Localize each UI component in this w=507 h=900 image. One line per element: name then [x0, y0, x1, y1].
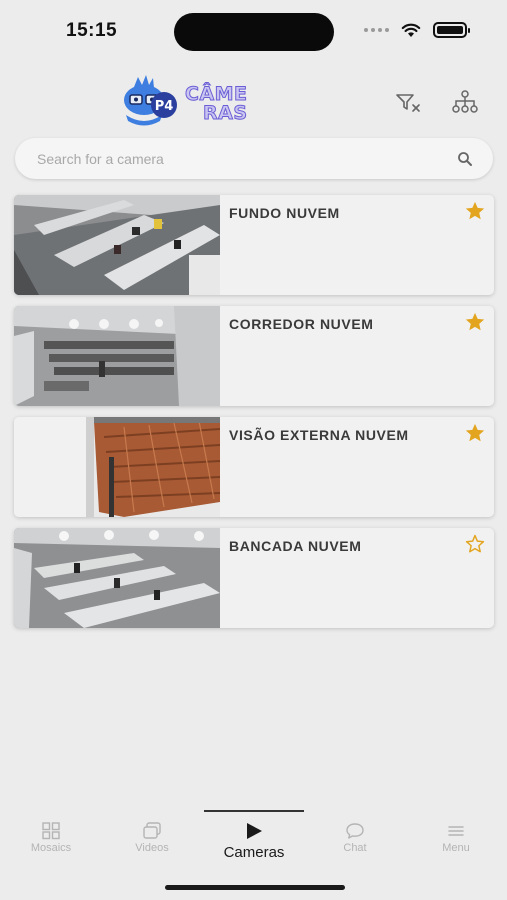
home-indicator[interactable] — [165, 885, 345, 890]
camera-name: FUNDO NUVEM — [229, 205, 340, 221]
menu-icon — [448, 826, 464, 836]
camera-thumbnail — [14, 528, 220, 628]
star-outline-icon[interactable] — [464, 533, 486, 555]
camera-card[interactable]: BANCADA NUVEM — [14, 528, 494, 628]
tab-label: Cameras — [223, 844, 285, 861]
status-bar: 15:15 — [0, 0, 507, 62]
battery-icon — [433, 22, 470, 38]
videos-icon — [143, 822, 161, 839]
tab-mosaics[interactable]: Mosaics — [1, 822, 101, 854]
tab-menu[interactable]: Menu — [406, 822, 506, 854]
tab-chat[interactable]: Chat — [305, 822, 405, 854]
svg-text:P4: P4 — [155, 99, 174, 114]
dynamic-island — [174, 13, 334, 51]
camera-thumbnail — [14, 195, 220, 295]
camera-thumbnail — [14, 306, 220, 406]
mascot-logo-icon: P4 — [124, 75, 177, 126]
chat-icon — [346, 823, 364, 839]
camera-list: FUNDO NUVEM CORREDOR NUVEM VISÃO EXTERNA… — [14, 195, 494, 639]
play-icon — [247, 823, 262, 839]
tab-label: Chat — [343, 842, 367, 854]
network-icon[interactable] — [451, 88, 479, 116]
cellular-signal-icon — [364, 28, 389, 32]
grid-icon — [42, 822, 60, 840]
wifi-icon — [401, 23, 421, 37]
camera-card[interactable]: VISÃO EXTERNA NUVEM — [14, 417, 494, 517]
tab-videos[interactable]: Videos — [102, 822, 202, 854]
bottom-nav: Mosaics Videos Cameras Chat Menu — [0, 810, 507, 870]
app-logo: P4 CÂME RAS — [120, 75, 260, 130]
tab-label: Mosaics — [30, 842, 72, 854]
app-header: P4 CÂME RAS — [0, 70, 507, 130]
search-icon[interactable] — [457, 151, 473, 167]
logo-wordmark: CÂME RAS — [185, 83, 248, 124]
camera-card[interactable]: FUNDO NUVEM — [14, 195, 494, 295]
camera-thumbnail — [14, 417, 220, 517]
search-input[interactable] — [37, 138, 447, 179]
star-filled-icon[interactable] — [464, 311, 486, 333]
camera-card[interactable]: CORREDOR NUVEM — [14, 306, 494, 406]
camera-name: CORREDOR NUVEM — [229, 316, 374, 332]
filter-clear-icon[interactable] — [394, 88, 422, 116]
tab-label: Videos — [135, 842, 169, 854]
search-bar — [15, 138, 493, 179]
tab-label: Menu — [442, 842, 470, 854]
camera-name: VISÃO EXTERNA NUVEM — [229, 427, 409, 443]
status-indicators — [364, 22, 470, 38]
camera-name: BANCADA NUVEM — [229, 538, 362, 554]
active-tab-indicator — [204, 810, 304, 812]
tab-cameras[interactable]: Cameras — [204, 822, 304, 861]
status-time: 15:15 — [66, 20, 118, 41]
star-filled-icon[interactable] — [464, 200, 486, 222]
star-filled-icon[interactable] — [464, 422, 486, 444]
